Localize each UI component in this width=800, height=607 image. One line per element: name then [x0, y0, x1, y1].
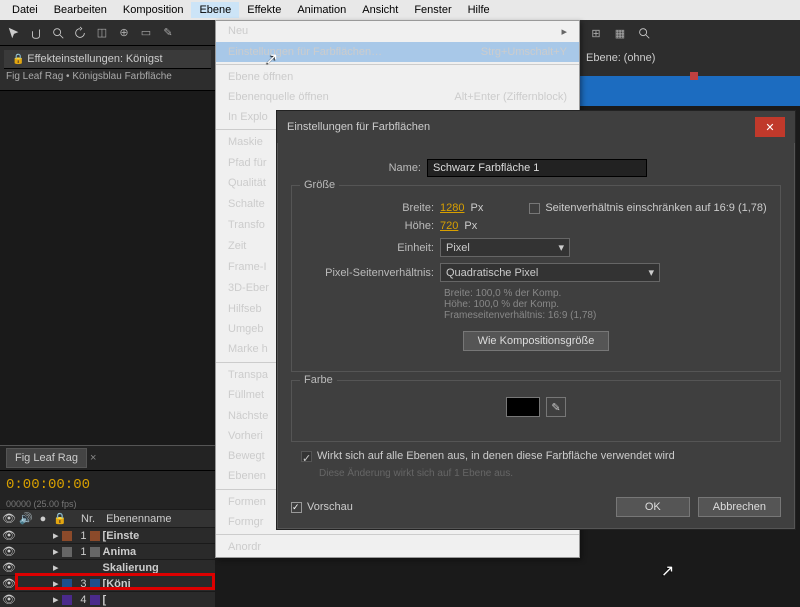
timecode-display[interactable]: 0:00:00:00 [0, 471, 215, 499]
menubar: Datei Bearbeiten Komposition Ebene Effek… [0, 0, 800, 20]
layer-dropdown-label: Ebene: [586, 52, 621, 64]
highlight-layer-row [15, 573, 215, 590]
camera-tool-icon[interactable]: ◫ [92, 23, 112, 43]
par-select[interactable]: Quadratische Pixel▾ [440, 263, 660, 282]
grid-icon[interactable]: ▦ [610, 23, 630, 43]
menu-item[interactable]: Neu▸ [216, 21, 579, 42]
aspect-lock-checkbox[interactable]: Seitenverhältnis einschränken auf 16:9 (… [529, 202, 766, 214]
ok-button[interactable]: OK [616, 497, 690, 517]
effect-settings-panel: 🔒 Effekteinstellungen: Königst Fig Leaf … [0, 46, 215, 91]
info-height: Höhe: 100,0 % der Komp. [444, 299, 768, 310]
effect-panel-path: Fig Leaf Rag • Königsblau Farbfläche [4, 69, 211, 84]
height-value[interactable]: 720 [440, 220, 458, 232]
snap-icon[interactable]: ⊞ [586, 23, 606, 43]
comp-size-button[interactable]: Wie Kompositionsgröße [463, 331, 610, 351]
affect-all-checkbox: ✓ Wirkt sich auf alle Ebenen aus, in den… [301, 450, 781, 462]
pen-tool-icon[interactable]: ✎ [158, 23, 178, 43]
shape-tool-icon[interactable]: ▭ [136, 23, 156, 43]
color-fieldset: Farbe ✎ [291, 380, 781, 442]
close-icon[interactable]: ✕ [755, 117, 785, 137]
timecode-sub: 00000 (25.00 fps) [0, 499, 215, 509]
timeline-bar-right[interactable] [580, 76, 800, 106]
menu-komposition[interactable]: Komposition [115, 2, 192, 18]
timeline-marker[interactable] [690, 72, 698, 80]
timeline-row[interactable]: 👁 ▸ 1 Anima [0, 543, 215, 559]
timeline-columns-header: 👁🔊●🔒 Nr. Ebenenname [0, 509, 215, 527]
anchor-tool-icon[interactable]: ⊕ [114, 23, 134, 43]
effect-panel-header: 🔒 Effekteinstellungen: Königst [4, 50, 211, 69]
menu-hilfe[interactable]: Hilfe [460, 2, 498, 18]
size-fieldset: Größe Breite: 1280 Px Seitenverhältnis e… [291, 185, 781, 372]
menu-ebene[interactable]: Ebene [191, 2, 239, 18]
menu-fenster[interactable]: Fenster [406, 2, 459, 18]
timeline-row[interactable]: 👁 ▸ 1 [Einste [0, 527, 215, 543]
hand-tool-icon[interactable] [26, 23, 46, 43]
solid-settings-dialog: Einstellungen für Farbflächen ✕ Name: Gr… [276, 110, 796, 530]
affect-note: Diese Änderung wirkt sich auf 1 Ebene au… [319, 468, 781, 479]
menu-animation[interactable]: Animation [289, 2, 354, 18]
height-label: Höhe: [304, 220, 434, 232]
menu-item[interactable]: Ebene öffnen [216, 67, 579, 87]
info-frame-aspect: Frameseitenverhältnis: 16:9 (1,78) [444, 310, 768, 321]
cancel-button[interactable]: Abbrechen [698, 497, 781, 517]
dialog-title-text: Einstellungen für Farbflächen [287, 121, 430, 133]
search-icon[interactable] [634, 23, 654, 43]
menu-item[interactable]: Ebenenquelle öffnenAlt+Enter (Ziffernblo… [216, 87, 579, 107]
menu-bearbeiten[interactable]: Bearbeiten [46, 2, 115, 18]
eyedropper-icon[interactable]: ✎ [546, 397, 566, 417]
selection-tool-icon[interactable] [4, 23, 24, 43]
rotate-tool-icon[interactable] [70, 23, 90, 43]
menu-ansicht[interactable]: Ansicht [354, 2, 406, 18]
name-input[interactable] [427, 159, 647, 177]
name-label: Name: [291, 162, 421, 174]
par-label: Pixel-Seitenverhältnis: [304, 267, 434, 279]
menu-item[interactable]: Anordr [216, 537, 579, 557]
timeline-row[interactable]: 👁 ▸ 4 [ [0, 591, 215, 607]
width-label: Breite: [304, 202, 434, 214]
timeline-tab[interactable]: Fig Leaf Rag [6, 448, 87, 468]
info-width: Breite: 100,0 % der Komp. [444, 288, 768, 299]
toolbar-right: ⊞ ▦ [580, 20, 800, 46]
dialog-titlebar[interactable]: Einstellungen für Farbflächen ✕ [277, 111, 795, 143]
unit-label: Einheit: [304, 242, 434, 254]
layer-dropdown-value[interactable]: (ohne) [624, 52, 656, 64]
unit-select[interactable]: Pixel▾ [440, 238, 570, 257]
zoom-tool-icon[interactable] [48, 23, 68, 43]
preview-checkbox[interactable]: ✓ Vorschau [291, 501, 353, 513]
menu-datei[interactable]: Datei [4, 2, 46, 18]
width-value[interactable]: 1280 [440, 202, 464, 214]
menu-effekte[interactable]: Effekte [239, 2, 289, 18]
color-swatch[interactable] [506, 397, 540, 417]
